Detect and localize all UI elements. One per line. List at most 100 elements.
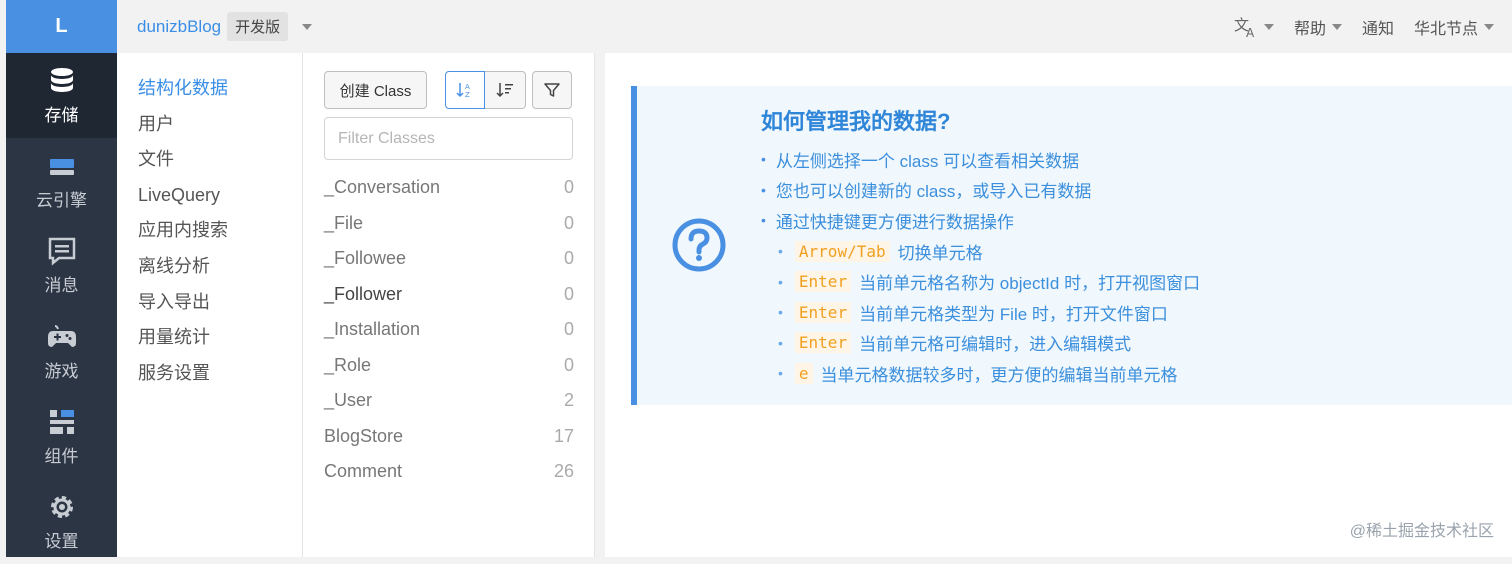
help-item-text: 您也可以创建新的 class，或导入已有数据 (775, 182, 1092, 202)
class-row[interactable]: _User 2 (324, 383, 574, 419)
nav-storage[interactable]: 存储 (6, 53, 117, 138)
shortcut-desc: 当前单元格类型为 File 时，打开文件窗口 (859, 304, 1168, 324)
svg-text:A: A (1246, 26, 1255, 38)
nav-components[interactable]: 组件 (6, 394, 117, 479)
shortcut-item: • Enter 当前单元格类型为 File 时，打开文件窗口 (778, 297, 1200, 328)
gear-icon (50, 495, 73, 518)
shortcut-key: Enter (794, 301, 852, 323)
class-count: 26 (553, 461, 574, 482)
class-count: 0 (563, 283, 574, 304)
class-row[interactable]: _Conversation 0 (324, 170, 574, 206)
sort-count-button[interactable] (485, 71, 526, 109)
class-name: _Follower (324, 283, 403, 304)
svg-text:Z: Z (465, 91, 470, 99)
chevron-down-icon[interactable] (302, 23, 313, 30)
components-icon (49, 409, 74, 434)
language-menu[interactable]: 文 A (1234, 16, 1274, 38)
app-logo[interactable]: L (6, 0, 117, 53)
class-row[interactable]: Comment 26 (324, 454, 574, 490)
submenu-item-import-export[interactable]: 导入导出 (117, 289, 302, 325)
main-content: 如何管理我的数据? • 从左侧选择一个 class 可以查看相关数据 • 您也可以创… (605, 53, 1512, 557)
nav-label: 游戏 (44, 361, 79, 381)
class-count: 0 (563, 248, 574, 269)
nav-label: 组件 (44, 446, 79, 466)
nav-label: 存储 (44, 105, 79, 125)
shortcut-key: e (794, 362, 813, 384)
question-circle-icon (672, 218, 726, 272)
sort-alpha-button[interactable]: A Z (445, 71, 485, 109)
class-row[interactable]: _Role 0 (324, 348, 574, 384)
filter-button[interactable] (532, 71, 572, 109)
class-row[interactable]: _File 0 (324, 206, 574, 242)
help-list: • 从左侧选择一个 class 可以查看相关数据 • 您也可以创建新的 class，… (761, 144, 1091, 236)
sort-count-icon (496, 83, 513, 98)
shortcut-desc: 当前单元格名称为 objectId 时，打开视图窗口 (859, 274, 1201, 294)
help-item-text: 通过快捷键更方便进行数据操作 (775, 212, 1014, 232)
shortcut-item: • Arrow/Tab 切换单元格 (778, 236, 1200, 267)
chevron-down-icon (1331, 23, 1342, 30)
class-row[interactable]: _Follower 0 (324, 277, 574, 313)
help-menu[interactable]: 帮助 (1294, 15, 1342, 39)
class-name: _File (324, 212, 364, 233)
class-name: BlogStore (324, 425, 404, 446)
submenu-item-livequery[interactable]: LiveQuery (117, 182, 302, 218)
nav-game[interactable]: 游戏 (6, 309, 117, 394)
region-menu[interactable]: 华北节点 (1414, 15, 1494, 39)
shortcut-desc: 切换单元格 (897, 243, 983, 263)
submenu-item-users[interactable]: 用户 (117, 111, 302, 147)
submenu-item-files[interactable]: 文件 (117, 146, 302, 182)
class-row[interactable]: _Followee 0 (324, 241, 574, 277)
class-name: _Installation (324, 319, 421, 340)
filter-classes-input[interactable] (324, 117, 573, 160)
help-item: • 通过快捷键更方便进行数据操作 (761, 205, 1091, 236)
help-box: 如何管理我的数据? • 从左侧选择一个 class 可以查看相关数据 • 您也可以创… (631, 86, 1512, 405)
notify-label: 通知 (1361, 20, 1394, 38)
shortcut-item: • Enter 当前单元格可编辑时，进入编辑模式 (778, 328, 1200, 359)
submenu-item-search[interactable]: 应用内搜索 (117, 217, 302, 253)
class-row[interactable]: _Installation 0 (324, 312, 574, 348)
help-item-text: 从左侧选择一个 class 可以查看相关数据 (775, 151, 1080, 171)
submenu-item-structured-data[interactable]: 结构化数据 (117, 75, 302, 111)
database-icon (50, 67, 73, 92)
cloud-engine-icon (49, 158, 74, 175)
nav-message[interactable]: 消息 (6, 223, 117, 308)
gamepad-icon (47, 324, 76, 347)
help-item: • 从左侧选择一个 class 可以查看相关数据 (761, 144, 1091, 175)
shortcut-desc: 当单元格数据较多时，更方便的编辑当前单元格 (820, 365, 1178, 385)
shortcut-key: Enter (794, 332, 852, 354)
nav-settings[interactable]: 设置 (6, 479, 117, 564)
nav-label: 云引擎 (36, 190, 87, 210)
notify-link[interactable]: 通知 (1362, 15, 1394, 39)
app-name-link[interactable]: dunizbBlog (137, 17, 221, 37)
submenu-item-usage[interactable]: 用量统计 (117, 324, 302, 360)
class-count: 0 (563, 354, 574, 375)
class-name: _Followee (324, 248, 407, 269)
help-label: 帮助 (1293, 20, 1326, 38)
chevron-down-icon (1263, 23, 1274, 30)
class-name: Comment (324, 461, 403, 482)
translate-icon: 文 A (1234, 16, 1255, 38)
class-row[interactable]: BlogStore 17 (324, 419, 574, 455)
class-count: 17 (553, 425, 574, 446)
nav-label: 消息 (44, 275, 79, 295)
env-badge[interactable]: 开发版 (227, 12, 289, 41)
class-count: 0 (563, 319, 574, 340)
class-list: _Conversation 0 _File 0 _Followee 0 _Follow… (324, 170, 574, 490)
shortcut-key: Arrow/Tab (794, 240, 890, 262)
region-label: 华北节点 (1413, 20, 1478, 38)
header-actions: 文 A 帮助 通知 华北节点 (1234, 0, 1494, 53)
submenu-item-offline-analysis[interactable]: 离线分析 (117, 253, 302, 289)
message-icon (48, 237, 75, 266)
class-name: _User (324, 390, 373, 411)
class-name: _Role (324, 354, 372, 375)
shortcut-item: • e 当单元格数据较多时，更方便的编辑当前单元格 (778, 358, 1200, 389)
svg-text:A: A (465, 83, 470, 91)
submenu-item-service-settings[interactable]: 服务设置 (117, 360, 302, 396)
shortcut-desc: 当前单元格可编辑时，进入编辑模式 (859, 335, 1132, 355)
class-count: 0 (563, 212, 574, 233)
storage-submenu: 结构化数据 用户 文件 LiveQuery 应用内搜索 离线分析 导入导出 用量… (117, 53, 303, 557)
shortcut-list: • Arrow/Tab 切换单元格 • Enter 当前单元格名称为 objectId … (778, 236, 1200, 389)
nav-cloud-engine[interactable]: 云引擎 (6, 138, 117, 223)
watermark: @稀土掘金技术社区 (1349, 523, 1494, 540)
create-class-button[interactable]: 创建 Class (324, 71, 427, 109)
